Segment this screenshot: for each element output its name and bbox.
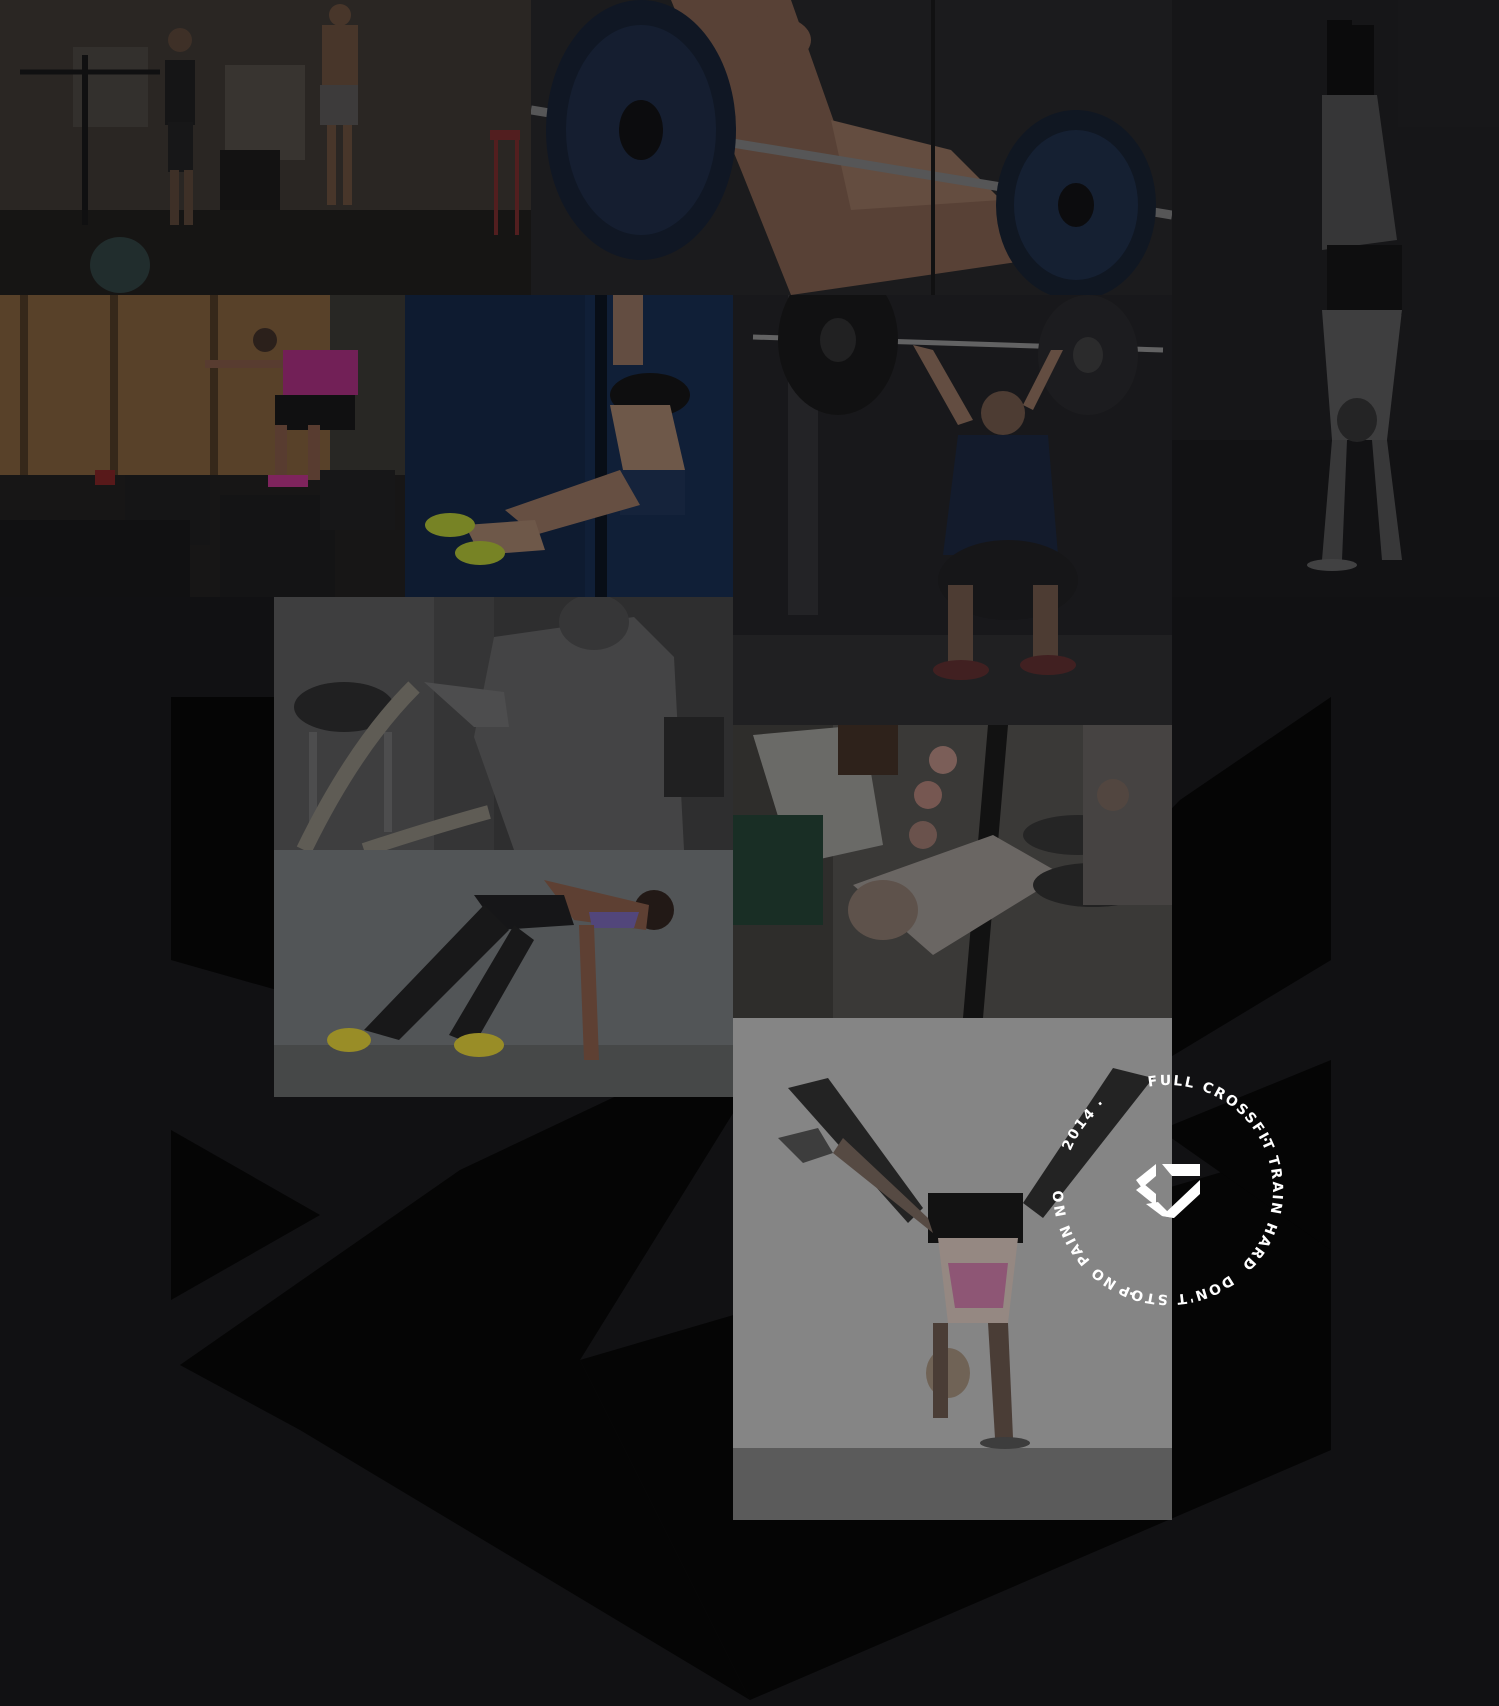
gallery-tile-barbell-plate[interactable]: [531, 0, 1172, 295]
handstand-photo-icon: [1172, 0, 1499, 597]
gallery-tile-overhead-squat[interactable]: [733, 295, 1172, 725]
badge-ring: FULL CROSSFIT · TRAIN HARD · DON'T STOP …: [1026, 1043, 1283, 1307]
svg-text:NO PAIN NO GAIN: NO PAIN NO GAIN: [1026, 1043, 1119, 1292]
box-jump-photo-icon: [0, 295, 405, 597]
badge-separator-4: ·: [1094, 1095, 1108, 1112]
gallery-tile-rope-climb[interactable]: [405, 295, 733, 597]
barbell-plate-photo-icon: [531, 0, 1172, 295]
gallery-tile-box-jump[interactable]: [0, 295, 405, 597]
badge-label-no-pain-no-gain: NO PAIN NO GAIN: [1026, 1043, 1117, 1292]
page: FULL CROSSFIT · TRAIN HARD · DON'T STOP …: [0, 0, 1499, 1706]
bar-hang-photo-icon: [733, 725, 1172, 1018]
chevron-logo-icon: [1136, 1164, 1200, 1218]
sprint-start-photo-icon: [274, 850, 733, 1097]
gallery-tile-jump-rope[interactable]: [0, 0, 531, 295]
rope-climb-photo-icon: [405, 295, 733, 597]
svg-text:2014: 2014: [1059, 1104, 1099, 1153]
overhead-squat-photo-icon: [733, 295, 1172, 725]
svg-text:·: ·: [1094, 1095, 1110, 1112]
gallery-tile-handstand-dark[interactable]: [1172, 0, 1499, 597]
gallery-tile-sprint-start[interactable]: [274, 850, 733, 1097]
badge-label-year: 2014: [1059, 1104, 1097, 1153]
crossfit-badge: FULL CROSSFIT · TRAIN HARD · DON'T STOP …: [1026, 1043, 1303, 1325]
gallery-tile-bar-hang[interactable]: [733, 725, 1172, 1018]
gallery-tile-battle-rope[interactable]: [274, 597, 733, 850]
jump-rope-photo-icon: [0, 0, 531, 295]
battle-rope-photo-icon: [274, 597, 733, 850]
